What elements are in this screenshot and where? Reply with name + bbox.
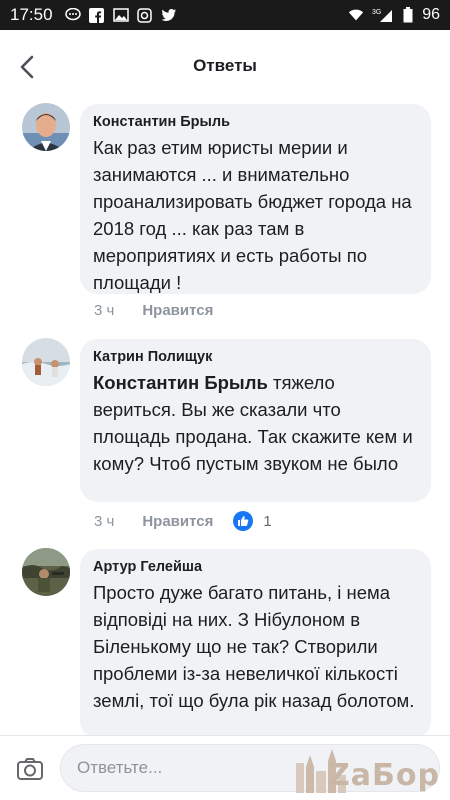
like-button[interactable]: Нравится <box>142 513 213 530</box>
signal-icon: 3G <box>372 7 394 23</box>
camera-icon <box>17 758 43 780</box>
wifi-icon <box>348 7 364 23</box>
page-title: Ответы <box>193 56 257 75</box>
comment-time: 3 ч <box>94 512 115 530</box>
avatar[interactable] <box>22 338 70 386</box>
comment-text: Как раз етим юристы мерии и занимаются .… <box>93 137 412 293</box>
gallery-icon <box>112 7 129 23</box>
twitter-icon <box>161 7 177 23</box>
status-time: 17:50 <box>10 5 53 24</box>
comment-text: Просто дуже багато питань, і нема відпов… <box>93 582 415 711</box>
facebook-icon <box>89 7 105 23</box>
reaction-summary[interactable]: 1 <box>233 511 272 531</box>
status-bar: 17:50 3G 96 <box>0 0 450 30</box>
camera-button[interactable] <box>14 753 46 785</box>
header: Ответы <box>0 30 450 105</box>
battery-level: 96 <box>422 6 440 23</box>
avatar[interactable] <box>22 548 70 596</box>
like-button[interactable]: Нравится <box>142 302 213 319</box>
reaction-count: 1 <box>263 512 272 530</box>
thumbs-up-icon <box>233 511 254 531</box>
comment-author[interactable]: Константин Брыль <box>93 112 419 132</box>
mention-link[interactable]: Константин Брыль <box>93 372 268 393</box>
comment-bubble[interactable]: Константин Брыль Как раз етим юристы мер… <box>80 104 431 294</box>
comment-author[interactable]: Катрин Полищук <box>93 347 419 367</box>
svg-text:3G: 3G <box>372 9 381 16</box>
watermark-logo: ZaБор <box>296 745 446 797</box>
comment-time: 3 ч <box>94 302 115 319</box>
comment-author[interactable]: Артур Гелейша <box>93 557 419 577</box>
instagram-icon <box>137 7 153 23</box>
notification-icons <box>64 7 177 23</box>
comment-bubble[interactable]: Артур Гелейша Просто дуже багато питань,… <box>80 549 431 739</box>
watermark-text: ZaБор <box>328 758 440 793</box>
message-icon <box>64 7 81 23</box>
comment-meta: 3 ч Нравится 1 <box>94 511 272 531</box>
battery-icon <box>402 7 414 23</box>
comment-bubble[interactable]: Катрин Полищук Константин Брыль тяжело в… <box>80 339 431 502</box>
comment-meta: 3 ч Нравится <box>94 302 213 319</box>
avatar[interactable] <box>22 103 70 151</box>
comment-text: Константин Брыль тяжело вериться. Вы же … <box>93 369 419 477</box>
